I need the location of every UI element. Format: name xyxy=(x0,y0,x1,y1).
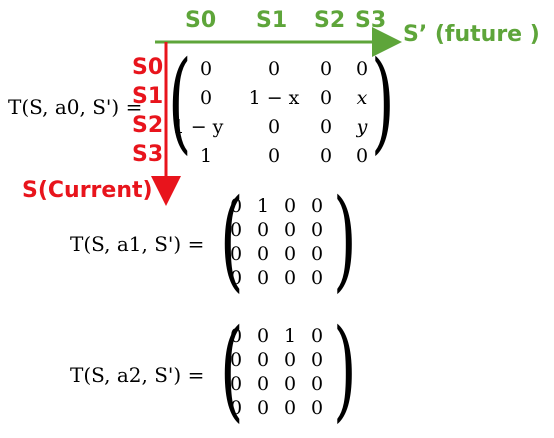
matrix-a0-cell: 1 − x xyxy=(244,87,304,109)
matrix-a0-cell: 0 xyxy=(199,58,213,80)
matrix-a0-cell: 0 xyxy=(199,87,213,109)
matrix-a1-cell: 0 xyxy=(310,243,324,265)
matrix-a2-cell: 0 xyxy=(310,397,324,419)
current-axis-title: S(Current) xyxy=(22,178,153,203)
matrix-a0-cell: 1 xyxy=(199,145,213,167)
future-label-s2: S2 xyxy=(314,8,346,33)
current-label-s0: S0 xyxy=(132,55,164,80)
future-label-s3: S3 xyxy=(355,8,387,33)
future-axis-title: S’ (future ) xyxy=(403,22,540,47)
matrix-a0-label: T(S, a0, S') = xyxy=(8,95,143,119)
matrix-a0-cell: 0 xyxy=(355,145,369,167)
future-label-s0: S0 xyxy=(185,8,217,33)
matrix-a1-label: T(S, a1, S') = xyxy=(70,232,205,256)
matrix-a0-cell: 0 xyxy=(355,58,369,80)
matrix-a1-cell: 0 xyxy=(310,195,324,217)
matrix-a0-cell: 1 − y xyxy=(172,116,224,138)
current-label-s3: S3 xyxy=(132,142,164,167)
matrix-a2-label: T(S, a2, S') = xyxy=(70,363,205,387)
matrix-a0-cell: 0 xyxy=(267,145,281,167)
matrix-a0-cell: x xyxy=(356,87,368,109)
future-label-s1: S1 xyxy=(256,8,288,33)
matrix-a0-cell: 0 xyxy=(267,58,281,80)
matrix-a1-cell: 0 xyxy=(310,219,324,241)
matrix-a0-cell: y xyxy=(356,116,368,138)
matrix-a2-cell: 0 xyxy=(310,349,324,371)
matrix-a2-cell: 0 xyxy=(310,373,324,395)
matrix-a2-cell: 0 xyxy=(310,325,324,347)
matrix-a0-cell: 0 xyxy=(267,116,281,138)
matrix-a0-cell-expr: 1 − x xyxy=(248,87,300,109)
matrix-a1-cell: 0 xyxy=(310,267,324,289)
